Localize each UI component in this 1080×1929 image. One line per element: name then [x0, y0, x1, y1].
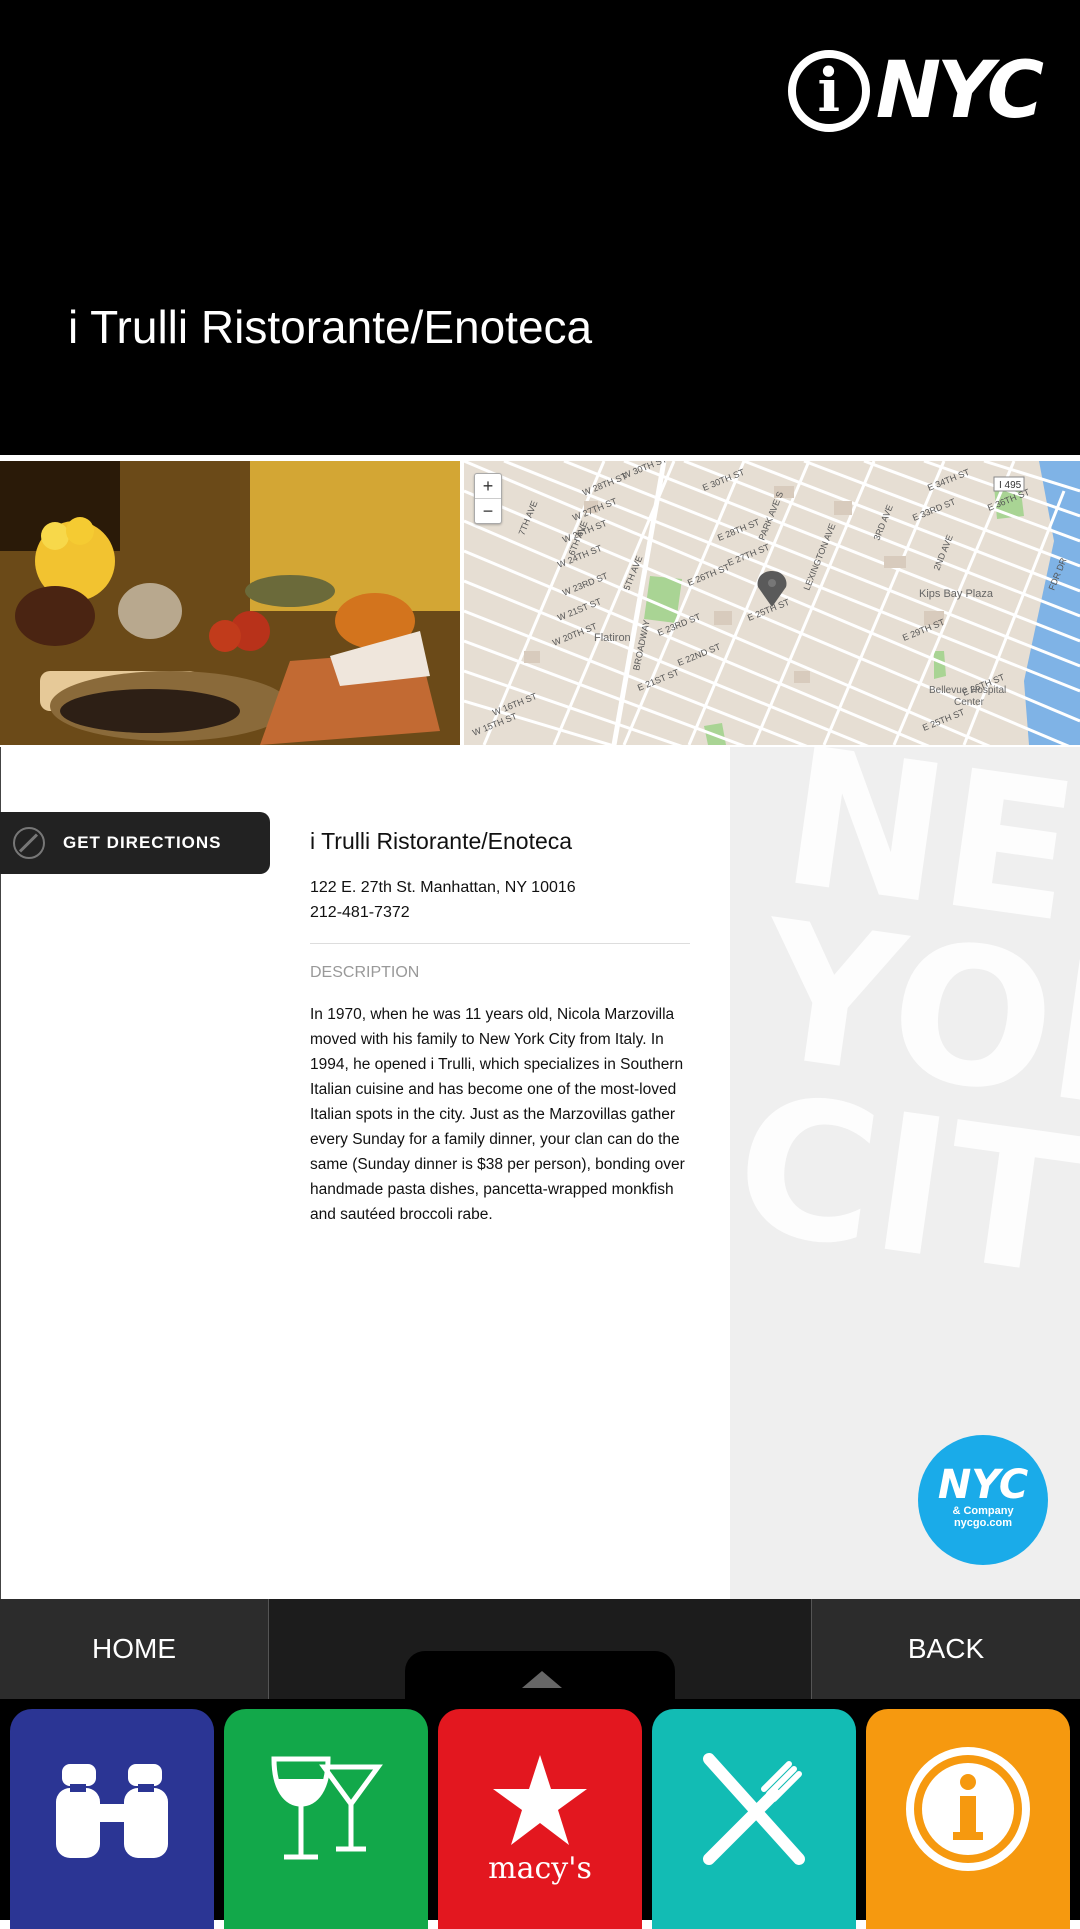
info-icon	[906, 1747, 1030, 1871]
divider	[310, 943, 690, 944]
description-heading: DESCRIPTION	[310, 964, 420, 981]
zoom-out-button[interactable]: −	[475, 498, 501, 523]
venue-phone[interactable]: 212-481-7372	[310, 900, 690, 925]
compass-icon	[13, 827, 45, 859]
description-text: In 1970, when he was 11 years old, Nicol…	[310, 1006, 685, 1223]
macys-label: macy's	[488, 1850, 592, 1886]
tile-information[interactable]	[866, 1709, 1070, 1929]
location-map[interactable]: W 30TH ST W 28TH ST W 27TH ST W 26TH ST …	[464, 461, 1080, 745]
bottom-nav-bar: HOME BACK	[0, 1599, 1080, 1699]
arrow-up-icon	[522, 1671, 562, 1688]
media-strip: W 30TH ST W 28TH ST W 27TH ST W 26TH ST …	[0, 455, 1080, 747]
drinks-icon	[271, 1756, 383, 1860]
svg-text:I 495: I 495	[999, 480, 1022, 491]
back-button[interactable]: BACK	[811, 1599, 1080, 1699]
home-button[interactable]: HOME	[0, 1599, 269, 1699]
new-york-city-watermark: NEW YORK CITY	[730, 747, 1080, 1338]
tile-nightlife[interactable]	[224, 1709, 428, 1929]
svg-text:Center: Center	[954, 697, 985, 708]
brand-panel: NEW YORK CITY NYC & Company nycgo.com	[730, 747, 1080, 1599]
tile-sightseeing[interactable]	[10, 1709, 214, 1929]
badge-logo-text: NYC	[937, 1462, 1029, 1508]
binoculars-icon	[56, 1764, 168, 1858]
macys-star-icon	[493, 1754, 587, 1845]
venue-address: 122 E. 27th St. Manhattan, NY 10016	[310, 879, 576, 896]
tile-shopping[interactable]: macy's	[438, 1709, 642, 1929]
svg-text:Flatiron: Flatiron	[594, 632, 631, 644]
get-directions-button[interactable]: GET DIRECTIONS	[0, 812, 270, 874]
venue-name: i Trulli Ristorante/Enoteca	[310, 828, 573, 854]
svg-text:Bellevue Hospital: Bellevue Hospital	[929, 685, 1006, 696]
nyc-logo-text: NYC	[875, 46, 1044, 136]
page-title: i Trulli Ristorante/Enoteca	[68, 301, 593, 353]
header: i NYC i Trulli Ristorante/Enoteca	[0, 0, 1080, 455]
fork-knife-icon	[703, 1753, 805, 1865]
nyc-logo: i NYC	[787, 46, 1044, 136]
map-zoom-control: + −	[474, 473, 502, 524]
nyc-company-badge: NYC & Company nycgo.com	[918, 1435, 1048, 1565]
info-logo-icon: i	[787, 50, 870, 132]
get-directions-label: GET DIRECTIONS	[63, 833, 222, 852]
svg-text:Kips Bay Plaza: Kips Bay Plaza	[919, 588, 994, 600]
expand-menu-tab[interactable]	[405, 1651, 675, 1699]
category-tiles: macy's	[0, 1699, 1080, 1929]
restaurant-photo	[0, 461, 460, 745]
zoom-in-button[interactable]: +	[475, 474, 501, 498]
badge-url-text: nycgo.com	[953, 1517, 1013, 1529]
venue-details: i Trulli Ristorante/Enoteca 122 E. 27th …	[310, 828, 690, 1227]
tile-dining[interactable]	[652, 1709, 856, 1929]
